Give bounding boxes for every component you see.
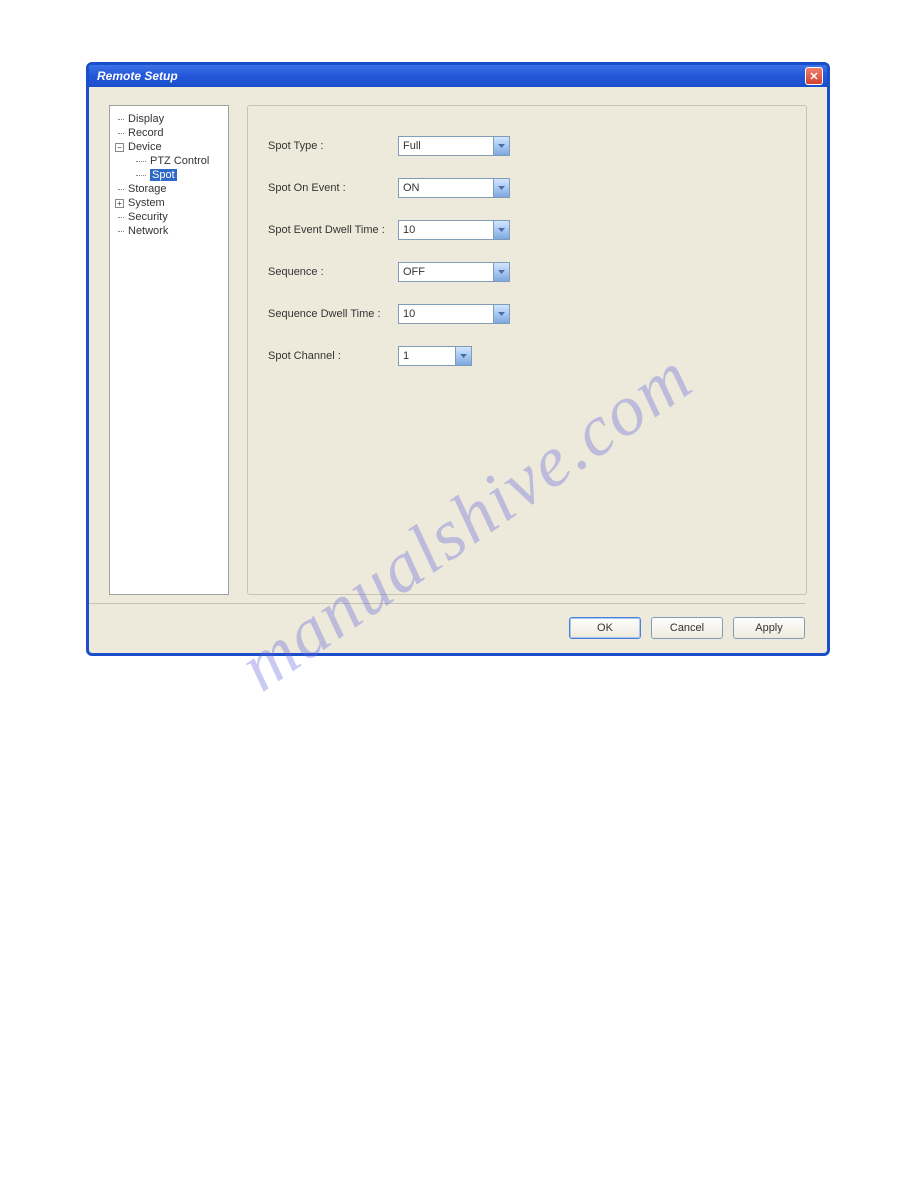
chevron-down-icon [493,305,509,323]
tree-label: Record [128,127,163,139]
dialog-footer: OK Cancel Apply [569,617,805,639]
remote-setup-dialog: Remote Setup Display Record − Device PTZ… [86,62,830,656]
settings-panel: Spot Type : Full Spot On Event : ON Spot… [247,105,807,595]
dropdown-sequence[interactable]: OFF [398,262,510,282]
dropdown-value: 10 [399,308,493,320]
row-sequence: Sequence : OFF [268,262,786,282]
label-spot-channel: Spot Channel : [268,350,398,362]
row-spot-type: Spot Type : Full [268,136,786,156]
dropdown-value: Full [399,140,493,152]
row-spot-on-event: Spot On Event : ON [268,178,786,198]
dropdown-spot-type[interactable]: Full [398,136,510,156]
tree-label: PTZ Control [150,155,209,167]
dropdown-sequence-dwell-time[interactable]: 10 [398,304,510,324]
titlebar: Remote Setup [89,65,827,87]
tree-label: Network [128,225,168,237]
tree-item-record[interactable]: Record [114,126,224,140]
chevron-down-icon [493,179,509,197]
tree-item-system[interactable]: + System [114,196,224,210]
dropdown-spot-channel[interactable]: 1 [398,346,472,366]
label-spot-event-dwell-time: Spot Event Dwell Time : [268,224,398,236]
cancel-button[interactable]: Cancel [651,617,723,639]
dropdown-value: OFF [399,266,493,278]
dropdown-spot-on-event[interactable]: ON [398,178,510,198]
window-title: Remote Setup [97,69,178,83]
dropdown-value: 1 [399,350,455,362]
tree-label: Security [128,211,168,223]
tree-item-spot[interactable]: Spot [114,168,224,182]
tree-label: Display [128,113,164,125]
label-sequence: Sequence : [268,266,398,278]
tree-label: Device [128,141,162,153]
tree-label: System [128,197,165,209]
dialog-content: Display Record − Device PTZ Control Spot… [89,87,827,617]
label-sequence-dwell-time: Sequence Dwell Time : [268,308,398,320]
collapse-icon[interactable]: − [115,143,124,152]
tree-item-device[interactable]: − Device [114,140,224,154]
ok-button[interactable]: OK [569,617,641,639]
row-spot-channel: Spot Channel : 1 [268,346,786,366]
tree-item-storage[interactable]: Storage [114,182,224,196]
dropdown-spot-event-dwell-time[interactable]: 10 [398,220,510,240]
tree-item-display[interactable]: Display [114,112,224,126]
tree-item-ptz-control[interactable]: PTZ Control [114,154,224,168]
chevron-down-icon [493,137,509,155]
nav-tree: Display Record − Device PTZ Control Spot… [109,105,229,595]
expand-icon[interactable]: + [115,199,124,208]
close-icon [810,72,818,80]
row-spot-event-dwell-time: Spot Event Dwell Time : 10 [268,220,786,240]
tree-item-security[interactable]: Security [114,210,224,224]
chevron-down-icon [493,263,509,281]
close-button[interactable] [805,67,823,85]
dropdown-value: ON [399,182,493,194]
chevron-down-icon [455,347,471,365]
chevron-down-icon [493,221,509,239]
tree-label: Spot [150,169,177,181]
row-sequence-dwell-time: Sequence Dwell Time : 10 [268,304,786,324]
tree-label: Storage [128,183,167,195]
apply-button[interactable]: Apply [733,617,805,639]
dropdown-value: 10 [399,224,493,236]
label-spot-on-event: Spot On Event : [268,182,398,194]
tree-item-network[interactable]: Network [114,224,224,238]
label-spot-type: Spot Type : [268,140,398,152]
